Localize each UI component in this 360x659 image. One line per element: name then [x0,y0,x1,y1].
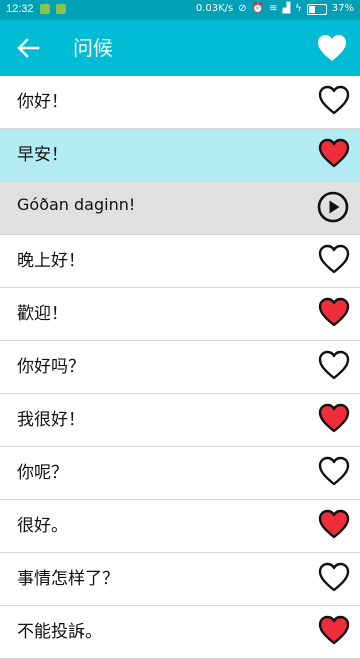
signal-icon: ▟ [282,3,291,14]
alarm-icon: ⏰ [251,3,265,14]
charging-icon: ϟ [295,3,302,14]
translation-row[interactable]: Góðan daginn! [0,182,360,235]
heart-filled-icon [318,615,350,645]
phrase-text: 事情怎样了？ [17,569,119,589]
favorite-toggle-on[interactable] [318,297,350,327]
favorite-toggle-on[interactable] [318,403,350,433]
phrase-row[interactable]: 晚上好！ [0,235,360,288]
favorite-toggle-on[interactable] [318,615,350,645]
phrase-row[interactable]: 你好！ [0,76,360,129]
phrase-text: 不能投訴。 [17,622,102,642]
phrase-row[interactable]: 你好吗？ [0,341,360,394]
heart-filled-icon [318,35,346,61]
favorite-toggle-off[interactable] [318,244,350,274]
heart-outline-icon [318,244,350,274]
favorite-toggle-off[interactable] [318,350,350,380]
translation-text: Góðan daginn! [17,195,136,214]
heart-outline-icon [318,85,350,115]
favorite-toggle-off[interactable] [318,562,350,592]
network-speed: 0.03K/s [195,3,234,14]
phrase-row[interactable]: 我很好！ [0,394,360,447]
battery-percent: 37% [331,3,354,14]
status-time: 12:32 [6,3,34,15]
phrase-row[interactable]: 你呢？ [0,447,360,500]
phrase-row[interactable]: 早安！ [0,129,360,182]
phrase-text: 你好！ [17,92,68,112]
favorite-toggle-on[interactable] [318,138,350,168]
phrase-row[interactable]: 事情怎样了？ [0,553,360,606]
phrase-text: 早安！ [17,145,68,165]
heart-filled-icon [318,403,350,433]
favorite-toggle-off[interactable] [318,85,350,115]
app-notification-icon [39,4,50,14]
phrase-row[interactable]: 歡迎！ [0,288,360,341]
heart-outline-icon [318,562,350,592]
phrase-text: 你呢？ [17,463,68,483]
phrase-row[interactable]: 很好。 [0,500,360,553]
page-title: 问候 [73,36,113,60]
status-bar: 12:32 0.03K/s ⊘ ⏰ ≋ ▟ ϟ 37% [0,0,360,20]
phrase-text: 很好。 [17,516,68,536]
phrase-text: 晚上好！ [17,251,85,271]
heart-filled-icon [318,297,350,327]
favorites-button[interactable] [316,33,348,63]
wifi-icon: ≋ [269,3,278,14]
phrase-text: 你好吗？ [17,357,85,377]
heart-filled-icon [318,138,350,168]
phrase-row[interactable]: 不能投訴。 [0,606,360,659]
mute-icon: ⊘ [238,3,247,14]
battery-icon [306,3,327,15]
heart-outline-icon [318,350,350,380]
phrase-list: 你好！ 早安！ Góðan daginn! 晚上好！ 歡迎！ 你好吗？ 我很好！ 你呢？ 很好。… [0,76,360,659]
favorite-toggle-on[interactable] [318,509,350,539]
heart-filled-icon [318,509,350,539]
play-button[interactable] [317,191,349,223]
back-button[interactable] [14,36,42,60]
wechat-notification-icon [55,4,66,14]
phrase-text: 歡迎！ [17,304,68,324]
app-bar: 问候 [0,20,360,76]
play-icon [317,191,349,223]
favorite-toggle-off[interactable] [318,456,350,486]
phrase-text: 我很好！ [17,410,85,430]
heart-outline-icon [318,456,350,486]
arrow-left-icon [17,38,40,58]
